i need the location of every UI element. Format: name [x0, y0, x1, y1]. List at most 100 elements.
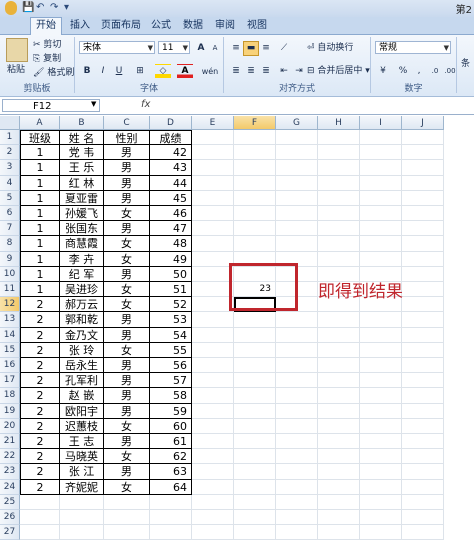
grid-cell[interactable]: [192, 342, 234, 358]
grid-cell[interactable]: [402, 190, 444, 206]
increase-indent-icon[interactable]: ⇥: [291, 64, 307, 79]
decrease-indent-icon[interactable]: ⇤: [276, 64, 292, 79]
table-cell[interactable]: 男: [104, 190, 150, 206]
table-cell[interactable]: 金乃文: [60, 327, 104, 343]
table-cell[interactable]: 欧阳宇: [60, 403, 104, 419]
column-header[interactable]: A: [20, 116, 60, 130]
grid-cell[interactable]: [192, 160, 234, 176]
table-cell[interactable]: 男: [104, 464, 150, 480]
table-cell[interactable]: 1: [20, 251, 60, 267]
grid-cell[interactable]: [318, 342, 360, 358]
align-right-icon[interactable]: ≣: [258, 64, 274, 79]
grid-cell[interactable]: [192, 236, 234, 252]
grid-cell[interactable]: [360, 418, 402, 434]
table-cell[interactable]: 党 韦: [60, 145, 104, 161]
grid-cell[interactable]: [402, 342, 444, 358]
table-cell[interactable]: 男: [104, 327, 150, 343]
grid-cell[interactable]: [234, 145, 276, 161]
grid-cell[interactable]: [276, 449, 318, 465]
column-header[interactable]: H: [318, 116, 360, 130]
tab-view[interactable]: 视图: [242, 18, 272, 33]
grid-cell[interactable]: [234, 206, 276, 222]
grid-cell[interactable]: [276, 206, 318, 222]
table-cell[interactable]: 1: [20, 236, 60, 252]
table-cell[interactable]: 63: [150, 464, 192, 480]
grid-cell[interactable]: [276, 418, 318, 434]
grid-cell[interactable]: [234, 236, 276, 252]
grid-cell[interactable]: [402, 221, 444, 237]
table-cell[interactable]: 2: [20, 373, 60, 389]
row-header[interactable]: 16: [0, 358, 20, 374]
table-cell[interactable]: 1: [20, 175, 60, 191]
table-cell[interactable]: 59: [150, 403, 192, 419]
row-header[interactable]: 11: [0, 282, 20, 298]
align-center-icon[interactable]: ≣: [243, 64, 259, 79]
row-header[interactable]: 14: [0, 327, 20, 343]
table-cell[interactable]: 2: [20, 434, 60, 450]
grid-cell[interactable]: [276, 175, 318, 191]
row-header[interactable]: 22: [0, 449, 20, 465]
grid-cell[interactable]: [234, 312, 276, 328]
table-cell[interactable]: 张国东: [60, 221, 104, 237]
grid-cell[interactable]: [192, 145, 234, 161]
table-cell[interactable]: 女: [104, 297, 150, 313]
percent-button[interactable]: %: [395, 64, 411, 79]
table-cell[interactable]: 纪 军: [60, 266, 104, 282]
paste-icon[interactable]: [6, 38, 28, 62]
grid-cell[interactable]: [276, 510, 318, 526]
grid-cell[interactable]: [402, 297, 444, 313]
grid-cell[interactable]: [192, 130, 234, 146]
table-cell[interactable]: 57: [150, 373, 192, 389]
grid-cell[interactable]: [276, 312, 318, 328]
column-header[interactable]: F: [234, 116, 276, 130]
grid-cell[interactable]: [318, 510, 360, 526]
grid-cell[interactable]: [318, 312, 360, 328]
table-cell[interactable]: 孙媛飞: [60, 206, 104, 222]
grid-cell[interactable]: [360, 449, 402, 465]
grid-cell[interactable]: [276, 221, 318, 237]
table-cell[interactable]: 43: [150, 160, 192, 176]
grid-cell[interactable]: [360, 373, 402, 389]
table-cell[interactable]: 男: [104, 373, 150, 389]
row-header[interactable]: 2: [0, 145, 20, 161]
header-cell[interactable]: 姓 名: [60, 130, 104, 146]
tab-formulas[interactable]: 公式: [146, 18, 176, 33]
fx-icon[interactable]: fx: [141, 99, 150, 110]
grid-cell[interactable]: [192, 251, 234, 267]
grid-cell[interactable]: [360, 175, 402, 191]
table-cell[interactable]: 50: [150, 266, 192, 282]
grid-cell[interactable]: [234, 479, 276, 495]
grid-cell[interactable]: [402, 449, 444, 465]
grid-cell[interactable]: [150, 510, 192, 526]
grid-cell[interactable]: [318, 449, 360, 465]
grid-cell[interactable]: [402, 236, 444, 252]
grid-cell[interactable]: [192, 479, 234, 495]
grid-cell[interactable]: [276, 479, 318, 495]
grid-cell[interactable]: [234, 342, 276, 358]
row-header[interactable]: 21: [0, 434, 20, 450]
conditional-format-button[interactable]: 条: [461, 57, 470, 71]
table-cell[interactable]: 男: [104, 145, 150, 161]
grid-cell[interactable]: [360, 236, 402, 252]
row-header[interactable]: 5: [0, 190, 20, 206]
table-cell[interactable]: 2: [20, 388, 60, 404]
grid-cell[interactable]: [360, 251, 402, 267]
grid-cell[interactable]: [318, 525, 360, 540]
table-cell[interactable]: 女: [104, 342, 150, 358]
column-header[interactable]: G: [276, 116, 318, 130]
table-cell[interactable]: 郝万云: [60, 297, 104, 313]
shrink-font-icon[interactable]: A: [207, 41, 223, 56]
table-cell[interactable]: 男: [104, 358, 150, 374]
grid-cell[interactable]: [192, 312, 234, 328]
grid-cell[interactable]: [192, 434, 234, 450]
grid-cell[interactable]: [360, 206, 402, 222]
table-cell[interactable]: 58: [150, 388, 192, 404]
grid-cell[interactable]: [360, 434, 402, 450]
grid-cell[interactable]: [276, 464, 318, 480]
table-cell[interactable]: 61: [150, 434, 192, 450]
grid-cell[interactable]: [402, 327, 444, 343]
grid-cell[interactable]: [360, 358, 402, 374]
table-cell[interactable]: 51: [150, 282, 192, 298]
grid-cell[interactable]: [276, 327, 318, 343]
table-cell[interactable]: 49: [150, 251, 192, 267]
